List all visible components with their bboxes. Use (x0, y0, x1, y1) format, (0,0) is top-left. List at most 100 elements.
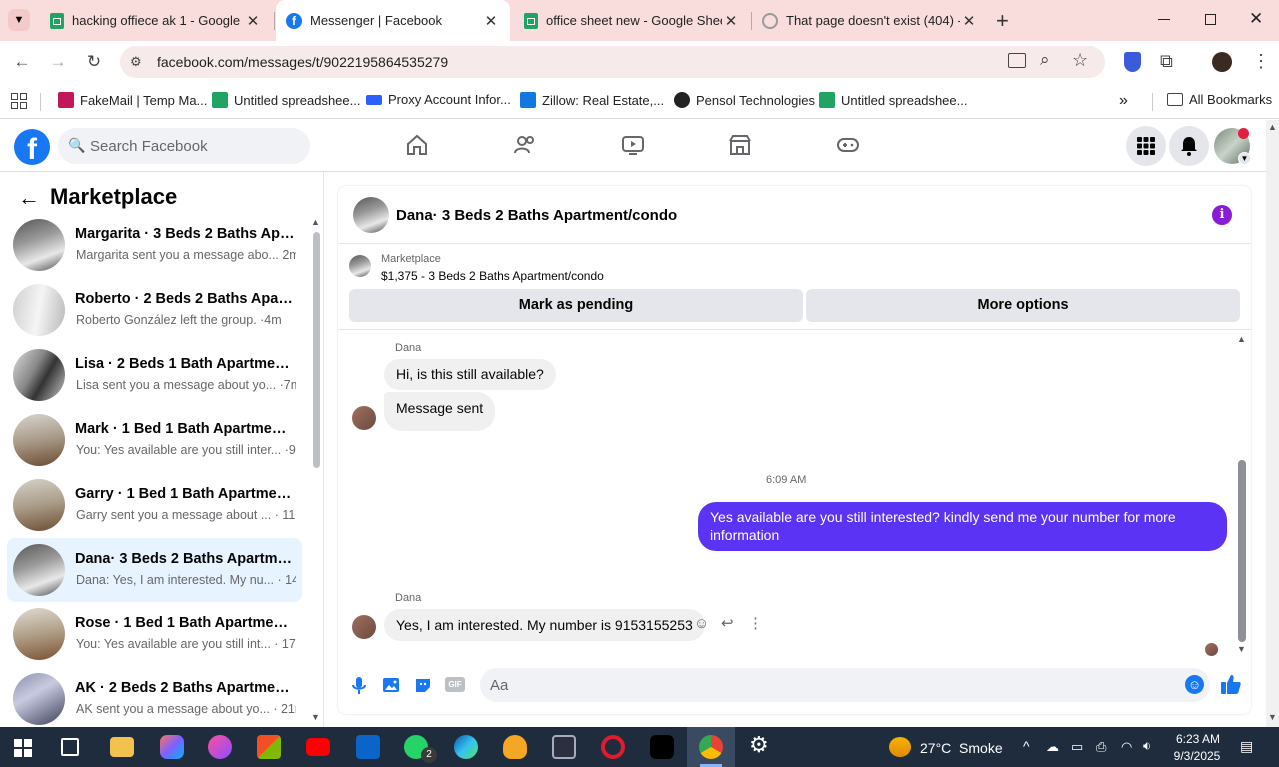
settings-gear-icon[interactable]: ⚙ (749, 732, 769, 758)
weather-icon[interactable] (889, 737, 911, 757)
thumbs-up-like-icon[interactable] (1220, 673, 1242, 695)
tab-404[interactable]: That page doesn't exist (404) - F ✕ (752, 0, 988, 41)
search-input[interactable]: 🔍 Search Facebook (58, 128, 310, 164)
video-icon[interactable] (620, 132, 646, 158)
tiktok-icon[interactable] (650, 735, 674, 759)
bookmark-star-icon[interactable]: ☆ (1072, 50, 1088, 71)
close-icon[interactable]: ✕ (482, 12, 500, 30)
back-icon[interactable]: ← (10, 52, 34, 72)
bookmark-spreadsheet-2[interactable]: Untitled spreadshee... (819, 92, 967, 108)
message-input[interactable]: Aa ☺ (480, 668, 1210, 702)
app-icon-dark[interactable] (552, 735, 576, 759)
conversation-garry[interactable]: Garry · 1 Bed 1 Bath Apartment/... Garry… (7, 473, 302, 537)
back-arrow-icon[interactable]: ← (18, 185, 40, 211)
edge-icon[interactable] (454, 735, 478, 759)
photo-icon[interactable] (381, 675, 401, 695)
extensions-icon[interactable]: ⧉ (1160, 51, 1173, 72)
notifications-center-icon[interactable]: ▤ (1240, 738, 1253, 755)
conversation-ak[interactable]: AK · 2 Beds 2 Baths Apartment/... AK sen… (7, 667, 302, 727)
close-icon[interactable]: ✕ (244, 12, 262, 30)
conversation-lisa[interactable]: Lisa · 2 Beds 1 Bath Apartment/c... Lisa… (7, 343, 302, 407)
microphone-icon[interactable] (349, 675, 369, 695)
mark-as-pending-button[interactable]: Mark as pending (349, 289, 803, 322)
reply-icon[interactable]: ↩ (721, 614, 734, 632)
file-explorer-icon[interactable] (110, 737, 134, 757)
message-bubble[interactable]: Message sent (384, 392, 496, 431)
medal-app-icon[interactable] (503, 735, 527, 759)
conversation-list-scrollbar[interactable] (313, 232, 320, 468)
tab-sheets-2[interactable]: office sheet new - Google Shee ✕ (514, 0, 750, 41)
tab-sheets-1[interactable]: hacking offiece ak 1 - Google Sh ✕ (40, 0, 272, 41)
conversation-roberto[interactable]: Roberto · 2 Beds 2 Baths Apart... Robert… (7, 278, 302, 342)
home-icon[interactable] (404, 132, 430, 158)
copilot-icon[interactable] (160, 735, 184, 759)
chrome-icon[interactable] (699, 735, 723, 759)
device-icon[interactable]: ⎙ (1096, 739, 1106, 755)
message-bubble[interactable]: Yes, I am interested. My number is 91531… (384, 609, 705, 641)
notifications-bell-icon[interactable] (1169, 126, 1209, 166)
chat-scroll-down-icon[interactable]: ▼ (1237, 644, 1246, 654)
info-icon[interactable]: i (1212, 205, 1232, 225)
app-icon[interactable] (208, 735, 232, 759)
clock-time[interactable]: 6:23 AM (1174, 732, 1222, 746)
close-window-icon[interactable]: ✕ (1249, 9, 1263, 29)
bookmark-spreadsheet-1[interactable]: Untitled spreadshee... (212, 92, 360, 108)
page-scrollbar[interactable]: ▲ ▼ (1266, 120, 1279, 727)
sticker-icon[interactable] (413, 675, 433, 695)
windows-start-icon[interactable] (14, 739, 32, 757)
address-bar[interactable]: ⚙ facebook.com/messages/t/90221958645352… (120, 46, 1105, 78)
facebook-logo[interactable]: f (14, 129, 50, 166)
reload-icon[interactable]: ↻ (82, 52, 106, 72)
wifi-icon[interactable]: ◠ (1121, 739, 1132, 755)
more-bookmarks-icon[interactable]: » (1119, 92, 1128, 110)
chat-title[interactable]: Dana· 3 Beds 2 Baths Apartment/condo (396, 207, 677, 224)
message-bubble[interactable]: Hi, is this still available? (384, 359, 556, 390)
chat-scrollbar[interactable] (1238, 460, 1246, 642)
gaming-icon[interactable] (835, 132, 861, 158)
conversation-margarita[interactable]: Margarita · 3 Beds 2 Baths Apar... Marga… (7, 213, 302, 277)
sender-avatar[interactable] (352, 406, 376, 430)
site-info-icon[interactable]: ⚙ (130, 54, 146, 70)
restore-icon[interactable] (1205, 14, 1216, 25)
conversation-mark[interactable]: Mark · 1 Bed 1 Bath Apartment/... You: Y… (7, 408, 302, 472)
forward-icon[interactable]: → (46, 52, 70, 72)
tab-messenger[interactable]: f Messenger | Facebook ✕ (276, 0, 510, 41)
message-more-icon[interactable]: ⋮ (748, 614, 763, 632)
all-bookmarks[interactable]: All Bookmarks (1167, 92, 1272, 107)
weather-text[interactable]: 27°C Smoke (920, 740, 1003, 756)
outlook-icon[interactable] (356, 735, 380, 759)
clock-date[interactable]: 9/3/2025 (1170, 749, 1224, 763)
scroll-down-arrow-icon[interactable]: ▼ (311, 712, 320, 722)
bookmark-pensol[interactable]: Pensol Technologies (674, 92, 815, 108)
conversation-rose[interactable]: Rose · 1 Bed 1 Bath Apartment/c... You: … (7, 602, 302, 666)
volume-icon[interactable]: 🔉︎ (1143, 738, 1151, 754)
brave-shield-icon[interactable] (1124, 52, 1141, 72)
message-bubble-outgoing[interactable]: Yes available are you still interested? … (698, 502, 1227, 551)
sender-avatar[interactable] (352, 615, 376, 639)
onedrive-icon[interactable]: ☁ (1046, 739, 1059, 755)
account-chevron-icon[interactable]: ▼ (1238, 152, 1251, 165)
new-tab-icon[interactable]: + (996, 8, 1009, 34)
opera-icon[interactable] (601, 735, 625, 759)
scroll-up-arrow-icon[interactable]: ▲ (311, 217, 320, 227)
bookmark-zillow[interactable]: Zillow: Real Estate,... (520, 92, 664, 108)
chat-scroll-up-icon[interactable]: ▲ (1237, 334, 1246, 344)
more-options-button[interactable]: More options (806, 289, 1240, 322)
menu-kebab-icon[interactable]: ⋮ (1252, 51, 1270, 72)
minimize-icon[interactable] (1158, 19, 1170, 20)
react-emoji-icon[interactable]: ☺ (694, 615, 709, 632)
chevron-up-icon[interactable]: ^ (1023, 738, 1030, 754)
microsoft-store-icon[interactable] (257, 735, 281, 759)
conversation-dana[interactable]: Dana· 3 Beds 2 Baths Apartmen... Dana: Y… (7, 538, 302, 602)
marketplace-icon[interactable] (727, 132, 753, 158)
battery-icon[interactable]: ▭ (1071, 739, 1083, 755)
tab-search-dropdown-icon[interactable]: ▼ (8, 9, 30, 31)
page-scroll-up-icon[interactable]: ▲ (1268, 122, 1277, 132)
profile-avatar[interactable] (1212, 52, 1232, 72)
zoom-icon[interactable]: ⌕ (1040, 50, 1050, 70)
task-view-icon[interactable] (61, 738, 79, 756)
install-app-icon[interactable] (1008, 53, 1026, 68)
listing-title[interactable]: $1,375 - 3 Beds 2 Baths Apartment/condo (381, 269, 604, 283)
youtube-icon[interactable] (306, 738, 330, 756)
apps-grid-icon[interactable] (11, 93, 27, 109)
